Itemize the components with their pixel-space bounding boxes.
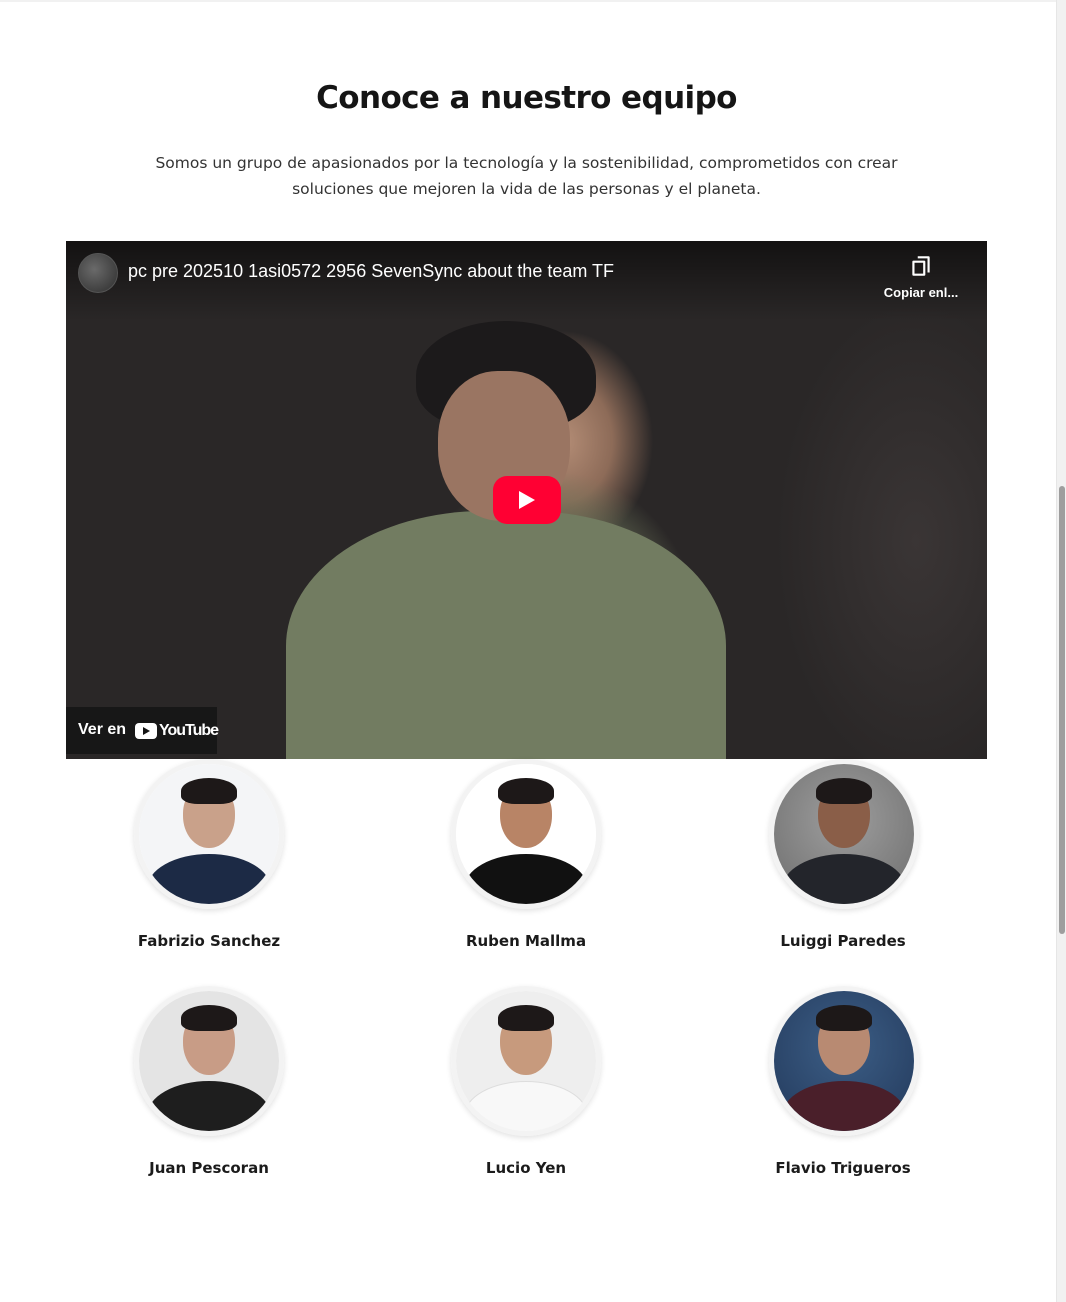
- youtube-logo: YouTube: [135, 722, 219, 740]
- play-button[interactable]: [493, 476, 561, 524]
- member-name: Ruben Mallma: [465, 932, 587, 950]
- avatar-lucio-yen: [451, 986, 601, 1136]
- top-divider: [0, 0, 1056, 2]
- member-name: Lucio Yen: [485, 1159, 567, 1177]
- play-icon: [519, 491, 535, 509]
- avatar-juan-pescoran: [134, 986, 284, 1136]
- copy-icon: [912, 256, 930, 276]
- avatar-ruben-mallma: [451, 759, 601, 909]
- avatar-fabrizio-sanchez: [134, 759, 284, 909]
- copy-link-label: Copiar enl...: [883, 285, 959, 300]
- member-name: Fabrizio Sanchez: [137, 932, 281, 950]
- member-name: Juan Pescoran: [149, 1159, 269, 1177]
- copy-link-button[interactable]: Copiar enl...: [876, 253, 966, 305]
- youtube-logo-icon: [135, 723, 157, 739]
- video-title[interactable]: pc pre 202510 1asi0572 2956 SevenSync ab…: [128, 261, 614, 282]
- avatar-luiggi-paredes: [769, 759, 919, 909]
- member-name: Luiggi Paredes: [780, 932, 906, 950]
- video-embed[interactable]: pc pre 202510 1asi0572 2956 SevenSync ab…: [66, 241, 987, 759]
- section-title: Conoce a nuestro equipo: [316, 80, 737, 116]
- page-scrollbar[interactable]: [1056, 0, 1066, 1302]
- scrollbar-thumb[interactable]: [1059, 486, 1065, 934]
- youtube-logo-text: YouTube: [159, 722, 219, 739]
- channel-avatar[interactable]: [78, 253, 118, 293]
- section-subtitle: Somos un grupo de apasionados por la tec…: [155, 154, 898, 198]
- watch-on-label: Ver en: [78, 721, 127, 738]
- member-name: Flavio Trigueros: [775, 1159, 911, 1177]
- watch-on-youtube-button[interactable]: Ver en YouTube: [66, 707, 219, 754]
- avatar-flavio-trigueros: [769, 986, 919, 1136]
- video-frame-figure: [286, 511, 726, 759]
